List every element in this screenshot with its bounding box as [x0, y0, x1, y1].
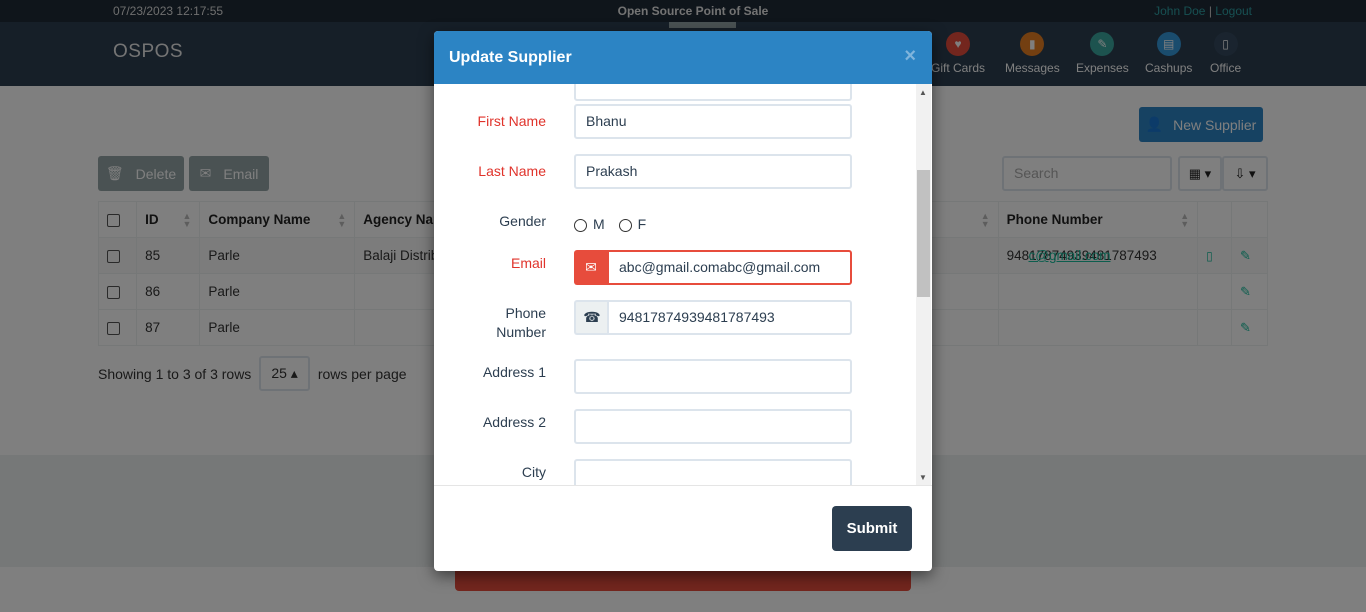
modal-body[interactable]: First Name Bhanu Last Name Prakash Gende…: [434, 84, 932, 486]
envelope-icon: ✉: [574, 250, 608, 285]
city-label: City: [521, 464, 546, 480]
modal-title: Update Supplier: [449, 49, 572, 66]
gender-m-radio[interactable]: [574, 218, 587, 232]
address1-label: Address 1: [482, 364, 546, 380]
gender-f-radio[interactable]: [618, 218, 632, 232]
phone-label: Phone Number: [496, 305, 546, 340]
phone-input[interactable]: 94817874939481787493: [607, 300, 852, 335]
last-name-input[interactable]: Prakash: [574, 154, 852, 189]
close-icon[interactable]: ×: [904, 45, 916, 68]
update-supplier-modal: Update Supplier × First Name Bhanu Last …: [434, 31, 932, 571]
address2-input[interactable]: [574, 409, 852, 444]
email-input[interactable]: abc@gmail.comabc@gmail.com: [607, 250, 852, 285]
modal-header: Update Supplier ×: [434, 31, 932, 84]
first-name-label: First Name: [477, 113, 546, 129]
scroll-up-icon[interactable]: ▲: [919, 88, 927, 97]
phone-icon: ☎: [574, 300, 608, 335]
scroll-down-icon[interactable]: ▼: [919, 473, 927, 482]
email-label: Email: [510, 255, 546, 271]
gender-m-option[interactable]: M: [574, 216, 605, 232]
address2-label: Address 2: [482, 414, 546, 430]
company-name-input[interactable]: [574, 84, 852, 101]
modal-scrollbar[interactable]: ▲ ▼: [916, 84, 931, 485]
city-input[interactable]: [574, 459, 852, 485]
last-name-label: Last Name: [478, 163, 546, 179]
scrollbar-thumb[interactable]: [917, 170, 930, 297]
gender-f-option[interactable]: F: [618, 216, 646, 232]
gender-radio-group: M F: [574, 216, 646, 232]
first-name-input[interactable]: Bhanu: [574, 104, 852, 139]
modal-footer: Submit: [434, 486, 932, 571]
submit-button[interactable]: Submit: [832, 506, 912, 551]
address1-input[interactable]: [574, 359, 852, 394]
gender-label: Gender: [499, 213, 546, 229]
